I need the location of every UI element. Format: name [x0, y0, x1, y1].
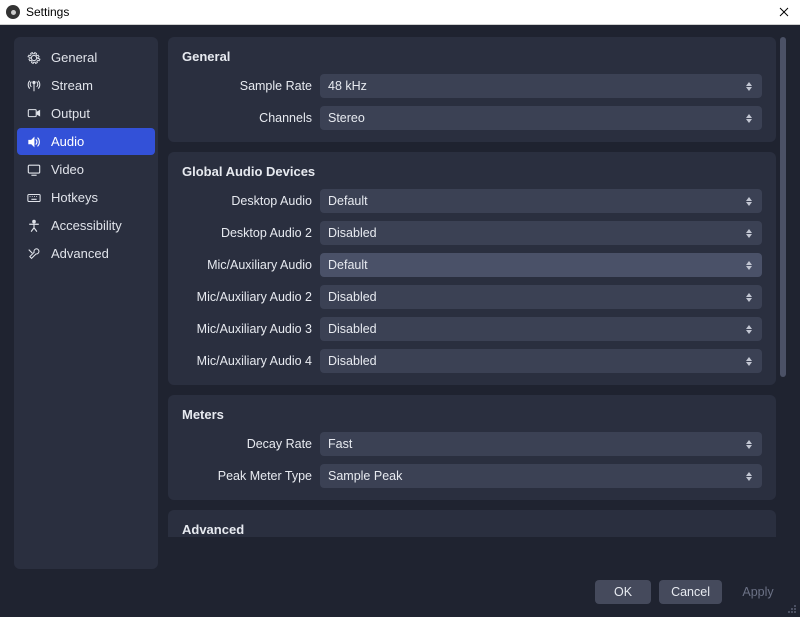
row-mic-aux-audio: Mic/Auxiliary Audio Default — [182, 253, 762, 277]
row-sample-rate: Sample Rate 48 kHz — [182, 74, 762, 98]
mic-aux-audio-4-select[interactable]: Disabled — [320, 349, 762, 373]
section-heading: Meters — [182, 407, 762, 422]
close-button[interactable] — [772, 1, 796, 23]
section-heading: General — [182, 49, 762, 64]
apply-button: Apply — [730, 580, 786, 604]
tools-icon — [27, 247, 41, 261]
sidebar-item-video[interactable]: Video — [17, 156, 155, 183]
sidebar-item-accessibility[interactable]: Accessibility — [17, 212, 155, 239]
row-channels: Channels Stereo — [182, 106, 762, 130]
section-heading: Global Audio Devices — [182, 164, 762, 179]
mic-aux-audio-select[interactable]: Default — [320, 253, 762, 277]
panel-meters: Meters Decay Rate Fast Peak Meter Type S… — [168, 395, 776, 500]
row-peak-meter-type: Peak Meter Type Sample Peak — [182, 464, 762, 488]
chevrons-icon — [742, 261, 756, 270]
sidebar-item-label: Stream — [51, 78, 93, 93]
chevrons-icon — [742, 440, 756, 449]
field-label: Mic/Auxiliary Audio 4 — [182, 354, 320, 368]
chevrons-icon — [742, 472, 756, 481]
row-decay-rate: Decay Rate Fast — [182, 432, 762, 456]
titlebar: Settings — [0, 0, 800, 25]
antenna-icon — [27, 79, 41, 93]
sidebar-item-label: Output — [51, 106, 90, 121]
sidebar-item-output[interactable]: Output — [17, 100, 155, 127]
field-label: Desktop Audio — [182, 194, 320, 208]
sidebar-item-hotkeys[interactable]: Hotkeys — [17, 184, 155, 211]
field-label: Mic/Auxiliary Audio — [182, 258, 320, 272]
peak-meter-type-select[interactable]: Sample Peak — [320, 464, 762, 488]
monitor-icon — [27, 163, 41, 177]
field-label: Channels — [182, 111, 320, 125]
mic-aux-audio-3-select[interactable]: Disabled — [320, 317, 762, 341]
field-label: Decay Rate — [182, 437, 320, 451]
chevrons-icon — [742, 82, 756, 91]
sidebar-item-label: Audio — [51, 134, 84, 149]
sidebar-item-advanced[interactable]: Advanced — [17, 240, 155, 267]
app-icon — [6, 5, 20, 19]
sample-rate-select[interactable]: 48 kHz — [320, 74, 762, 98]
field-label: Mic/Auxiliary Audio 2 — [182, 290, 320, 304]
chevrons-icon — [742, 197, 756, 206]
decay-rate-select[interactable]: Fast — [320, 432, 762, 456]
settings-content: General Sample Rate 48 kHz Channels Ster… — [168, 37, 776, 537]
field-label: Desktop Audio 2 — [182, 226, 320, 240]
sidebar-item-label: Hotkeys — [51, 190, 98, 205]
ok-button[interactable]: OK — [595, 580, 651, 604]
sidebar-item-general[interactable]: General — [17, 44, 155, 71]
row-desktop-audio-2: Desktop Audio 2 Disabled — [182, 221, 762, 245]
panel-advanced: Advanced — [168, 510, 776, 537]
sidebar-item-label: Video — [51, 162, 84, 177]
field-label: Sample Rate — [182, 79, 320, 93]
chevrons-icon — [742, 229, 756, 238]
row-mic-aux-audio-4: Mic/Auxiliary Audio 4 Disabled — [182, 349, 762, 373]
keyboard-icon — [27, 191, 41, 205]
output-icon — [27, 107, 41, 121]
gear-icon — [27, 51, 41, 65]
desktop-audio-select[interactable]: Default — [320, 189, 762, 213]
chevrons-icon — [742, 357, 756, 366]
channels-select[interactable]: Stereo — [320, 106, 762, 130]
section-heading: Advanced — [182, 522, 762, 537]
settings-sidebar: General Stream Output Audio Video Hotkey… — [14, 37, 158, 569]
panel-global-audio-devices: Global Audio Devices Desktop Audio Defau… — [168, 152, 776, 385]
scrollbar-thumb[interactable] — [780, 37, 786, 377]
window-title: Settings — [26, 5, 772, 19]
field-label: Peak Meter Type — [182, 469, 320, 483]
field-label: Mic/Auxiliary Audio 3 — [182, 322, 320, 336]
chevrons-icon — [742, 293, 756, 302]
row-desktop-audio: Desktop Audio Default — [182, 189, 762, 213]
dialog-footer: OK Cancel Apply — [14, 567, 786, 607]
panel-general: General Sample Rate 48 kHz Channels Ster… — [168, 37, 776, 142]
content-scrollbar[interactable] — [780, 37, 786, 537]
resize-grip-icon[interactable] — [787, 604, 797, 614]
sidebar-item-audio[interactable]: Audio — [17, 128, 155, 155]
sidebar-item-label: Advanced — [51, 246, 109, 261]
row-mic-aux-audio-3: Mic/Auxiliary Audio 3 Disabled — [182, 317, 762, 341]
sidebar-item-label: General — [51, 50, 97, 65]
chevrons-icon — [742, 325, 756, 334]
close-icon — [779, 7, 789, 17]
row-mic-aux-audio-2: Mic/Auxiliary Audio 2 Disabled — [182, 285, 762, 309]
desktop-audio-2-select[interactable]: Disabled — [320, 221, 762, 245]
sidebar-item-label: Accessibility — [51, 218, 122, 233]
cancel-button[interactable]: Cancel — [659, 580, 722, 604]
accessibility-icon — [27, 219, 41, 233]
sidebar-item-stream[interactable]: Stream — [17, 72, 155, 99]
speaker-icon — [27, 135, 41, 149]
mic-aux-audio-2-select[interactable]: Disabled — [320, 285, 762, 309]
chevrons-icon — [742, 114, 756, 123]
